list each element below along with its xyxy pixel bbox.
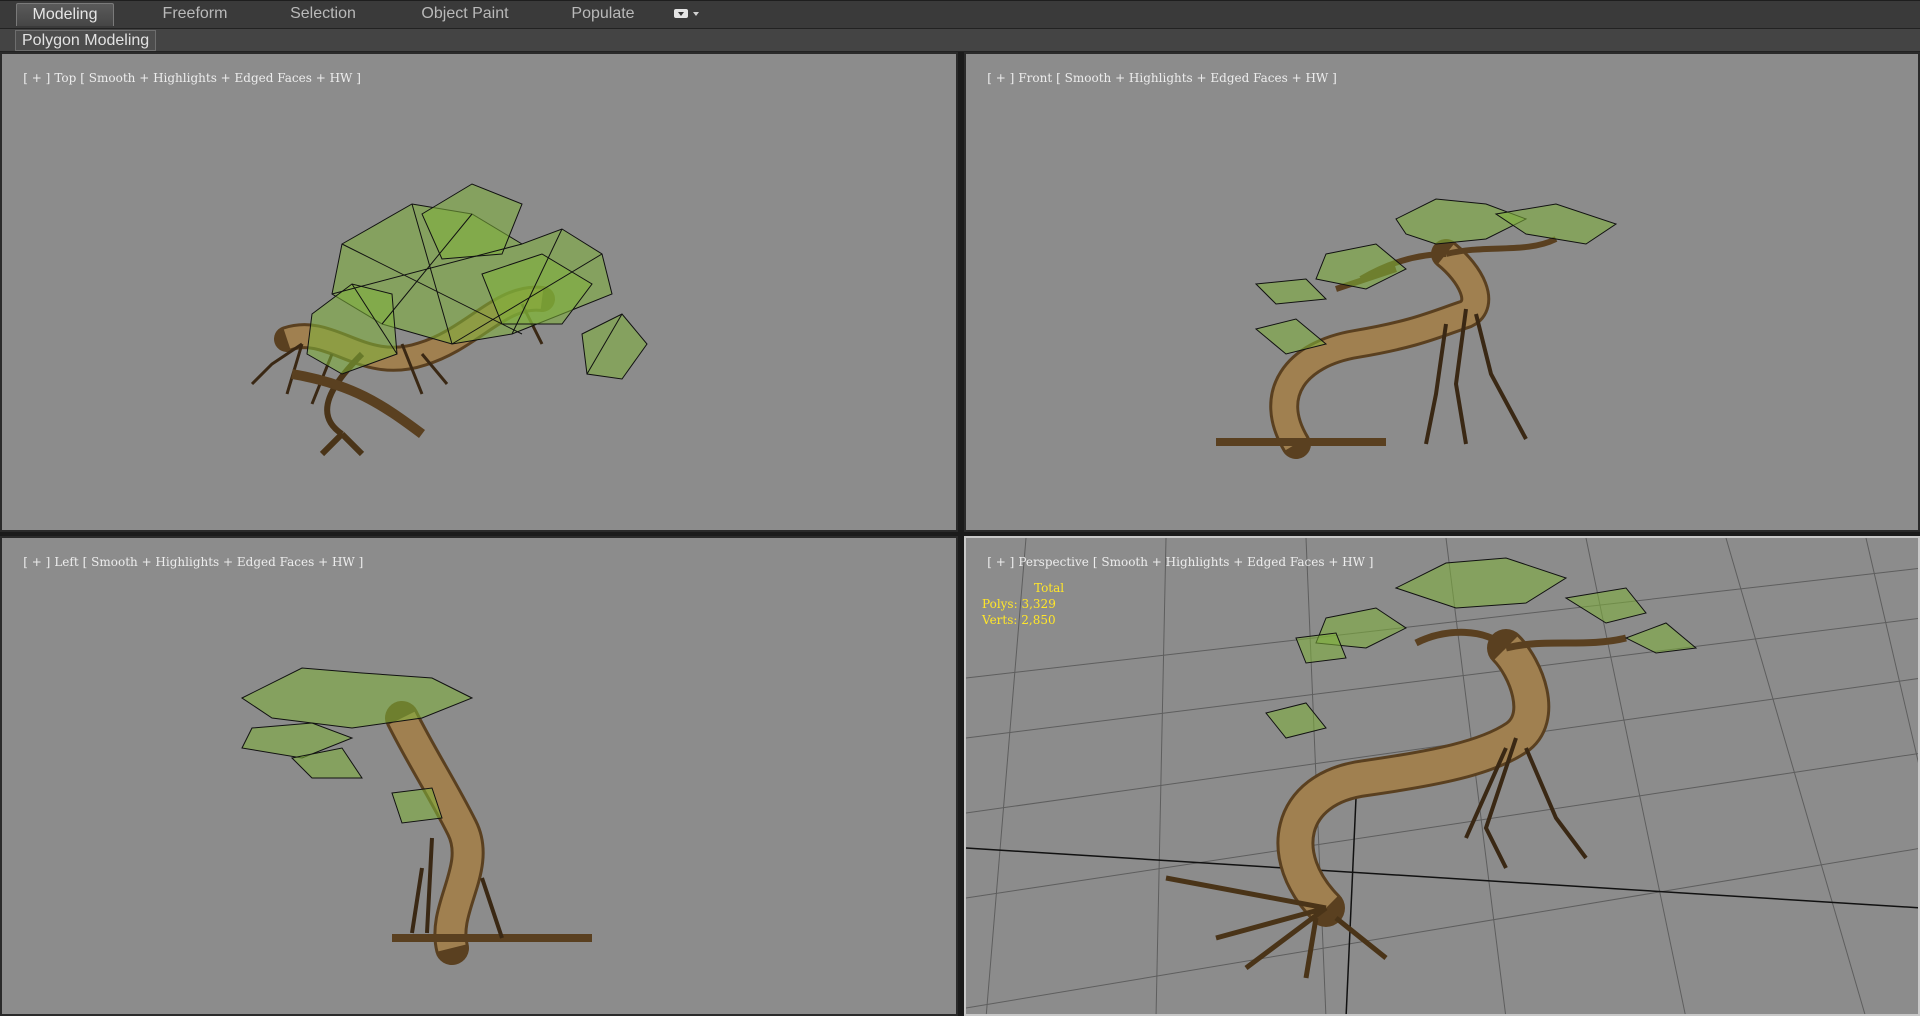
tree-model-top (250, 183, 648, 457)
polygon-modeling-button[interactable]: Polygon Modeling (15, 30, 157, 51)
ribbon-top-line (0, 0, 1920, 1)
tree-model-left (241, 667, 592, 965)
viewport-left[interactable]: [ + ] Left[ Smooth + Highlights + Edged F… (0, 536, 958, 1016)
tab-object-paint[interactable]: Object Paint (410, 3, 520, 25)
tab-populate[interactable]: Populate (558, 3, 648, 25)
ribbon-tab-bar: Modeling Freeform Selection Object Paint… (0, 0, 1920, 29)
viewport-front[interactable]: [ + ] Front[ Smooth + Highlights + Edged … (964, 52, 1920, 532)
ribbon-panel-bar: Polygon Modeling (0, 29, 1920, 52)
tree-model-perspective (1165, 557, 1698, 979)
tab-selection[interactable]: Selection (278, 3, 368, 25)
tree-model-front (1216, 198, 1618, 459)
tab-modeling[interactable]: Modeling (16, 3, 114, 26)
viewport-top[interactable]: [ + ] Top[ Smooth + Highlights + Edged Fa… (0, 52, 958, 532)
viewport-perspective[interactable]: [ + ] Perspective[ Smooth + Highlights + … (964, 536, 1920, 1016)
ribbon-options-icon[interactable] (672, 6, 702, 22)
tab-freeform[interactable]: Freeform (150, 3, 240, 25)
